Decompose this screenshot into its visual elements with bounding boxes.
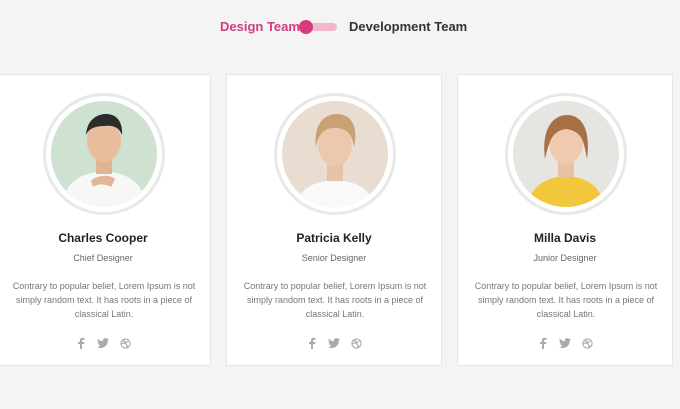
dribbble-icon[interactable] xyxy=(581,337,593,349)
avatar-frame xyxy=(505,93,627,215)
facebook-icon[interactable] xyxy=(75,337,87,349)
member-name: Patricia Kelly xyxy=(296,231,372,245)
social-links xyxy=(227,337,441,351)
social-links xyxy=(0,337,210,351)
social-links xyxy=(458,337,672,351)
team-card: Patricia Kelly Senior Designer Contrary … xyxy=(226,74,442,366)
dribbble-icon[interactable] xyxy=(119,337,131,349)
team-toggle-switch[interactable] xyxy=(299,20,337,34)
member-name: Milla Davis xyxy=(533,231,597,245)
member-role: Junior Designer xyxy=(533,253,597,263)
member-description: Contrary to popular belief, Lorem Ipsum … xyxy=(243,281,427,319)
toggle-knob[interactable] xyxy=(299,20,313,34)
member-name: Charles Cooper xyxy=(58,231,148,245)
team-card: Milla Davis Junior Designer Contrary to … xyxy=(457,74,673,366)
team-card: Charles Cooper Chief Designer Contrary t… xyxy=(0,74,211,366)
twitter-icon[interactable] xyxy=(328,337,340,349)
member-role: Chief Designer xyxy=(73,253,133,263)
design-team-label[interactable]: Design Team xyxy=(220,19,300,35)
avatar xyxy=(513,101,619,207)
dribbble-icon[interactable] xyxy=(350,337,362,349)
member-role: Senior Designer xyxy=(301,253,367,263)
avatar-frame xyxy=(274,93,396,215)
member-description: Contrary to popular belief, Lorem Ipsum … xyxy=(12,281,196,319)
member-description: Contrary to popular belief, Lorem Ipsum … xyxy=(474,281,658,319)
facebook-icon[interactable] xyxy=(306,337,318,349)
avatar-frame xyxy=(43,93,165,215)
team-toggle-bar: Design Team Development Team xyxy=(0,17,680,37)
facebook-icon[interactable] xyxy=(537,337,549,349)
development-team-label[interactable]: Development Team xyxy=(349,19,467,35)
twitter-icon[interactable] xyxy=(97,337,109,349)
avatar xyxy=(51,101,157,207)
twitter-icon[interactable] xyxy=(559,337,571,349)
avatar xyxy=(282,101,388,207)
